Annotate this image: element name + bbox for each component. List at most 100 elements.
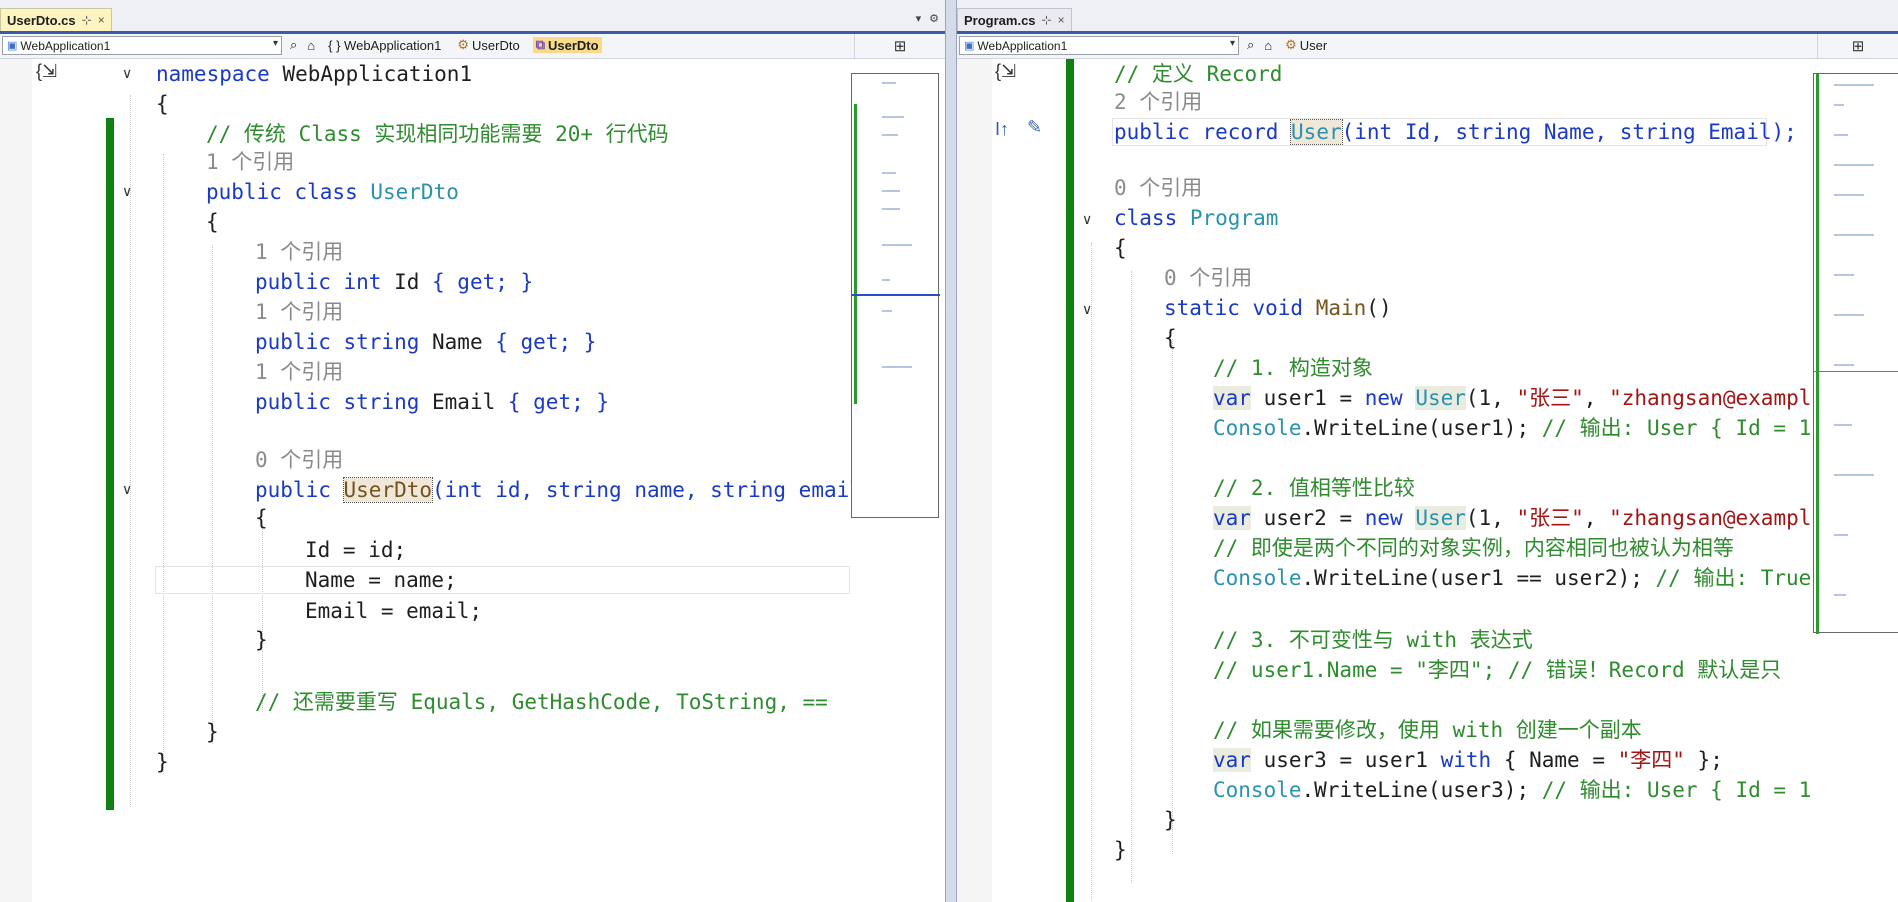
- code-comment: // 还需要重写 Equals, GetHashCode, ToString, …: [255, 690, 828, 714]
- left-navigation-bar: ▣ WebApplication1 ▾ ⌕ ⌂ { } WebApplicati…: [0, 34, 945, 59]
- chevron-down-icon: ▾: [272, 38, 278, 49]
- breadcrumb-member-label: UserDto: [548, 37, 599, 53]
- breadcrumb-member-label: User: [1299, 37, 1328, 53]
- code-line: }: [255, 628, 268, 652]
- tab-list-dropdown-icon[interactable]: ▾: [916, 12, 922, 25]
- code-line: public int Id { get; }: [255, 270, 534, 294]
- project-name: WebApplication1: [20, 38, 111, 53]
- code-line: {: [1114, 236, 1127, 260]
- code-line: public string Email { get; }: [255, 390, 610, 414]
- tab-userdto-cs[interactable]: UserDto.cs ⊹ ×: [0, 8, 112, 31]
- code-comment: // 1. 构造对象: [1213, 356, 1373, 380]
- code-minimap[interactable]: [1813, 73, 1898, 634]
- code-line: namespace WebApplication1: [156, 62, 473, 86]
- breadcrumb-member[interactable]: ⧉ UserDto: [532, 37, 602, 53]
- code-line: Name = name;: [305, 568, 457, 592]
- code-lines: namespace WebApplication1 { // 传统 Class …: [156, 59, 862, 902]
- code-line: public record User(int Id, string Name, …: [1114, 119, 1797, 145]
- code-comment: // 3. 不可变性与 with 表达式: [1213, 628, 1533, 652]
- pin-icon[interactable]: ⊹: [1042, 13, 1052, 27]
- code-comment: // 如果需要修改，使用 with 创建一个副本: [1213, 718, 1642, 742]
- left-tab-strip: UserDto.cs ⊹ × ▾ ⚙: [0, 0, 945, 34]
- code-line: Console.WriteLine(user3); // 输出: User { …: [1213, 778, 1812, 802]
- code-comment: // 2. 值相等性比较: [1213, 476, 1415, 500]
- glyph-margin: [0, 59, 32, 902]
- code-line: var user1 = new User(1, "张三", "zhangsan@…: [1213, 386, 1812, 410]
- close-icon[interactable]: ×: [98, 13, 105, 27]
- codelens-references[interactable]: 2 个引用: [1114, 87, 1202, 117]
- code-line: }: [1164, 808, 1177, 832]
- code-comment: // user1.Name = "李四"; // 错误！Record 默认是只: [1213, 658, 1782, 682]
- code-comment: // 即使是两个不同的对象实例，内容相同也被认为相等: [1213, 536, 1734, 560]
- code-minimap[interactable]: [851, 73, 940, 518]
- code-line: public class UserDto: [206, 180, 459, 204]
- breadcrumb-namespace[interactable]: { } WebApplication1: [325, 38, 444, 53]
- right-navigation-bar: ▣ WebApplication1 ▾ ⌕ ⌂ ⚙ User ⊞: [957, 34, 1898, 59]
- code-snippet-icon[interactable]: {⇲: [36, 61, 57, 82]
- code-line: {: [206, 210, 219, 234]
- project-dropdown[interactable]: ▣ WebApplication1 ▾: [2, 36, 282, 55]
- tab-title: UserDto.cs: [7, 12, 76, 28]
- collapse-icon[interactable]: ∨: [1082, 211, 1092, 228]
- project-dropdown[interactable]: ▣ WebApplication1 ▾: [959, 36, 1239, 55]
- codelens-references[interactable]: 1 个引用: [206, 147, 294, 177]
- breadcrumb-member[interactable]: ⚙ User: [1282, 37, 1330, 53]
- tab-title: Program.cs: [964, 12, 1036, 28]
- method-icon: ⧉: [535, 37, 546, 52]
- indent-guide: [130, 95, 131, 807]
- code-snippet-icon[interactable]: {⇲: [995, 61, 1016, 82]
- codelens-references[interactable]: 0 个引用: [1164, 263, 1252, 293]
- left-code-editor[interactable]: {⇲ ∨ ∨ ∨ namespace WebApplication1 { // …: [0, 59, 945, 902]
- code-line: {: [255, 506, 268, 530]
- split-editor-button[interactable]: ⊞: [1817, 34, 1898, 58]
- code-line: public string Name { get; }: [255, 330, 597, 354]
- code-line: var user3 = user1 with { Name = "李四" };: [1213, 748, 1723, 772]
- indent-guide: [1091, 243, 1092, 902]
- code-comment: // 传统 Class 实现相同功能需要 20+ 行代码: [206, 122, 669, 146]
- search-icon[interactable]: ⌕: [1247, 37, 1254, 53]
- code-line: Console.WriteLine(user1 == user2); // 输出…: [1213, 566, 1812, 590]
- home-icon[interactable]: ⌂: [1264, 38, 1272, 53]
- tab-program-cs[interactable]: Program.cs ⊹ ×: [957, 8, 1072, 31]
- code-line: Console.WriteLine(user1); // 输出: User { …: [1213, 416, 1812, 440]
- code-line: }: [156, 750, 169, 774]
- pin-icon[interactable]: ⊹: [82, 13, 92, 27]
- right-tab-strip: Program.cs ⊹ ×: [957, 0, 1898, 34]
- right-code-editor[interactable]: {⇲ I↑ ✎ ∨ ∨ // 定义 Record 2 个引用 public re…: [957, 59, 1898, 902]
- code-line: class Program: [1114, 206, 1279, 230]
- glyph-margin: [957, 59, 992, 902]
- quick-actions-icon[interactable]: ✎: [1027, 117, 1042, 138]
- collapse-icon[interactable]: ∨: [122, 65, 132, 82]
- codelens-references[interactable]: 1 个引用: [255, 357, 343, 387]
- split-editor-button[interactable]: ⊞: [854, 34, 945, 58]
- code-line: static void Main(): [1164, 296, 1392, 320]
- code-line: var user2 = new User(1, "张三", "zhangsan@…: [1213, 506, 1812, 530]
- code-line: }: [206, 720, 219, 744]
- search-icon[interactable]: ⌕: [290, 37, 297, 53]
- left-editor-pane: UserDto.cs ⊹ × ▾ ⚙ ▣ WebApplication1 ▾ ⌕…: [0, 0, 945, 902]
- chevron-down-icon: ▾: [1229, 38, 1235, 49]
- codelens-references[interactable]: 1 个引用: [255, 237, 343, 267]
- codelens-references[interactable]: 0 个引用: [255, 445, 343, 475]
- code-line: {: [1164, 326, 1177, 350]
- breadcrumb-class[interactable]: ⚙ UserDto: [454, 37, 522, 53]
- codelens-references[interactable]: 0 个引用: [1114, 173, 1202, 203]
- breadcrumb-class-label: UserDto: [472, 37, 520, 53]
- class-icon: ⚙: [1285, 37, 1297, 52]
- code-line: {: [156, 92, 169, 116]
- project-name: WebApplication1: [977, 38, 1068, 53]
- implementation-icon[interactable]: I↑: [995, 119, 1009, 140]
- class-icon: ⚙: [457, 37, 470, 52]
- change-indicator-bar: [1066, 59, 1074, 902]
- right-editor-pane: Program.cs ⊹ × ▣ WebApplication1 ▾ ⌕ ⌂ ⚙…: [957, 0, 1898, 902]
- code-comment: // 定义 Record: [1114, 62, 1283, 86]
- settings-icon[interactable]: ⚙: [929, 12, 939, 25]
- codelens-references[interactable]: 1 个引用: [255, 297, 343, 327]
- editor-splitter[interactable]: [945, 0, 957, 902]
- code-line: Id = id;: [305, 538, 407, 562]
- code-lines: // 定义 Record 2 个引用 public record User(in…: [1114, 59, 1811, 902]
- code-line: Email = email;: [305, 599, 483, 623]
- home-icon[interactable]: ⌂: [307, 38, 315, 53]
- change-indicator-bar: [106, 118, 114, 810]
- close-icon[interactable]: ×: [1058, 13, 1065, 27]
